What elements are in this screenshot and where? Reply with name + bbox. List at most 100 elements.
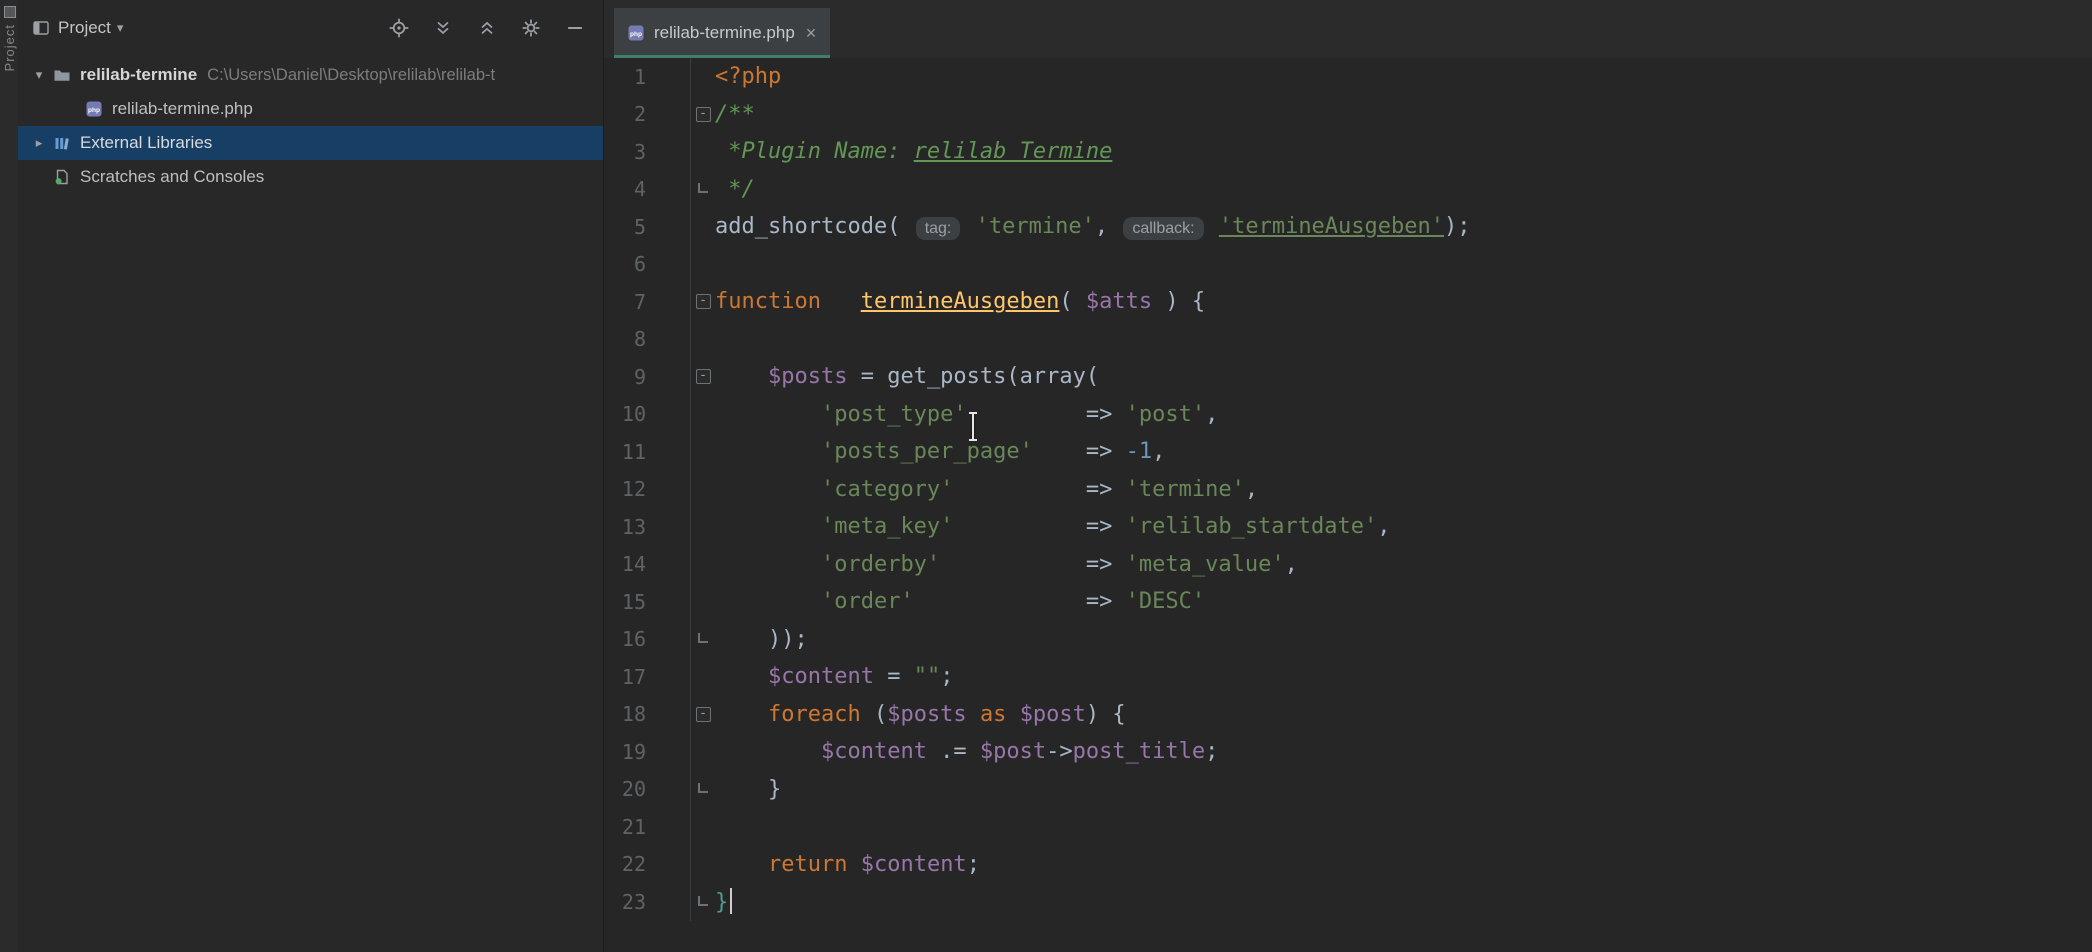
php-file-icon: php (627, 24, 645, 42)
project-panel-title[interactable]: Project (58, 18, 111, 38)
line-number: 9 (604, 358, 691, 396)
locate-file-icon[interactable] (389, 18, 409, 38)
project-toolbar (389, 18, 585, 38)
line-number: 3 (604, 133, 691, 171)
expand-all-icon[interactable] (433, 18, 453, 38)
library-icon (52, 134, 72, 152)
code-line-14[interactable]: 14 'orderby' => 'meta_value', (604, 546, 2092, 584)
tool-window-stripe-icon[interactable] (4, 6, 16, 18)
svg-text:php: php (88, 107, 100, 114)
fold-slot (691, 433, 715, 471)
line-number: 23 (604, 883, 691, 921)
tree-item-relilab-termine-php[interactable]: phprelilab-termine.php (18, 92, 603, 126)
fold-slot (691, 208, 715, 246)
text-caret (730, 888, 732, 914)
close-tab-icon[interactable]: × (806, 24, 817, 42)
fold-slot (691, 471, 715, 509)
fold-end-icon[interactable] (691, 621, 715, 659)
fold-end-icon[interactable] (691, 771, 715, 809)
mouse-cursor-ibeam (972, 414, 974, 439)
code-line-3[interactable]: 3 *Plugin Name: relilab Termine (604, 133, 2092, 171)
fold-slot (691, 583, 715, 621)
line-number: 1 (604, 58, 691, 96)
left-tool-window-bar: Project (0, 0, 19, 952)
hide-panel-icon[interactable] (565, 18, 585, 38)
line-number: 10 (604, 396, 691, 434)
line-number: 18 (604, 696, 691, 734)
fold-slot (691, 846, 715, 884)
tree-item-label: relilab-termine (80, 65, 197, 85)
tool-window-icon (32, 19, 50, 37)
code-line-18[interactable]: 18- foreach ($posts as $post) { (604, 696, 2092, 734)
code-line-22[interactable]: 22 return $content; (604, 846, 2092, 884)
code-text: <?php (715, 64, 781, 89)
code-line-15[interactable]: 15 'order' => 'DESC' (604, 583, 2092, 621)
code-text: )); (715, 627, 808, 652)
fold-start-icon[interactable]: - (691, 358, 715, 396)
tree-item-scratches-and-consoles[interactable]: Scratches and Consoles (18, 160, 603, 194)
line-number: 13 (604, 508, 691, 546)
code-line-13[interactable]: 13 'meta_key' => 'relilab_startdate', (604, 508, 2092, 546)
tab-relilab-termine-php[interactable]: php relilab-termine.php × (614, 8, 830, 58)
tree-item-relilab-termine[interactable]: ▾relilab-termineC:\Users\Daniel\Desktop\… (18, 58, 603, 92)
code-line-7[interactable]: 7-function termineAusgeben( $atts ) { (604, 283, 2092, 321)
code-line-20[interactable]: 20 } (604, 771, 2092, 809)
code-line-12[interactable]: 12 'category' => 'termine', (604, 471, 2092, 509)
code-line-5[interactable]: 5add_shortcode( tag: 'termine', callback… (604, 208, 2092, 246)
fold-end-icon[interactable] (691, 171, 715, 209)
line-number: 12 (604, 471, 691, 509)
tree-item-external-libraries[interactable]: ▸ External Libraries (18, 126, 603, 160)
fold-slot (691, 396, 715, 434)
fold-slot (691, 321, 715, 359)
code-area[interactable]: 1 <?php 2-/**3 *Plugin Name: relilab Termi… (604, 58, 2092, 921)
tab-label: relilab-termine.php (654, 23, 795, 43)
code-line-17[interactable]: 17 $content = ""; (604, 658, 2092, 696)
fold-slot (691, 546, 715, 584)
phpstorm-window: Project Project ▾ ▾relilab-termineC:\Use… (0, 0, 2092, 952)
fold-start-icon[interactable]: - (691, 696, 715, 734)
code-line-19[interactable]: 19 $content .= $post->post_title; (604, 733, 2092, 771)
settings-gear-icon[interactable] (521, 18, 541, 38)
code-line-16[interactable]: 16 )); (604, 621, 2092, 659)
code-line-9[interactable]: 9- $posts = get_posts(array( (604, 358, 2092, 396)
fold-slot (691, 733, 715, 771)
code-text: 'meta_key' => 'relilab_startdate', (715, 514, 1391, 539)
code-text: 'order' => 'DESC' (715, 589, 1205, 614)
code-line-21[interactable]: 21 (604, 808, 2092, 846)
code-line-2[interactable]: 2-/** (604, 96, 2092, 134)
project-stripe-label[interactable]: Project (2, 24, 17, 71)
fold-slot (691, 808, 715, 846)
line-number: 7 (604, 283, 691, 321)
code-text: $content .= $post->post_title; (715, 739, 1218, 764)
collapse-all-icon[interactable] (477, 18, 497, 38)
tree-item-label: External Libraries (80, 133, 212, 153)
code-line-8[interactable]: 8 (604, 321, 2092, 359)
svg-text:php: php (630, 31, 642, 38)
chevron-down-icon[interactable]: ▾ (117, 20, 124, 36)
code-line-23[interactable]: 23} (604, 883, 2092, 921)
line-number: 4 (604, 171, 691, 209)
project-panel: Project ▾ ▾relilab-termineC:\Users\Danie… (18, 0, 604, 952)
code-line-4[interactable]: 4 */ (604, 171, 2092, 209)
fold-end-icon[interactable] (691, 883, 715, 921)
code-text: function termineAusgeben( $atts ) { (715, 289, 1205, 314)
folder-icon (52, 66, 72, 84)
code-line-10[interactable]: 10 'post_type' => 'post', (604, 396, 2092, 434)
chevron-down-icon[interactable]: ▾ (26, 67, 52, 83)
code-text: 'category' => 'termine', (715, 477, 1258, 502)
fold-start-icon[interactable]: - (691, 96, 715, 134)
code-line-1[interactable]: 1 <?php (604, 58, 2092, 96)
project-panel-header: Project ▾ (18, 0, 603, 56)
code-text: /** (715, 102, 755, 127)
code-text: } (715, 777, 781, 802)
chevron-right-icon[interactable]: ▸ (26, 135, 52, 151)
line-number: 16 (604, 621, 691, 659)
fold-slot (691, 508, 715, 546)
code-text: return $content; (715, 852, 980, 877)
code-line-6[interactable]: 6 (604, 246, 2092, 284)
fold-start-icon[interactable]: - (691, 283, 715, 321)
code-text: 'post_type' => 'post', (715, 402, 1218, 427)
code-line-11[interactable]: 11 'posts_per_page' => -1, (604, 433, 2092, 471)
code-text: 'posts_per_page' => -1, (715, 439, 1165, 464)
fold-slot (691, 658, 715, 696)
